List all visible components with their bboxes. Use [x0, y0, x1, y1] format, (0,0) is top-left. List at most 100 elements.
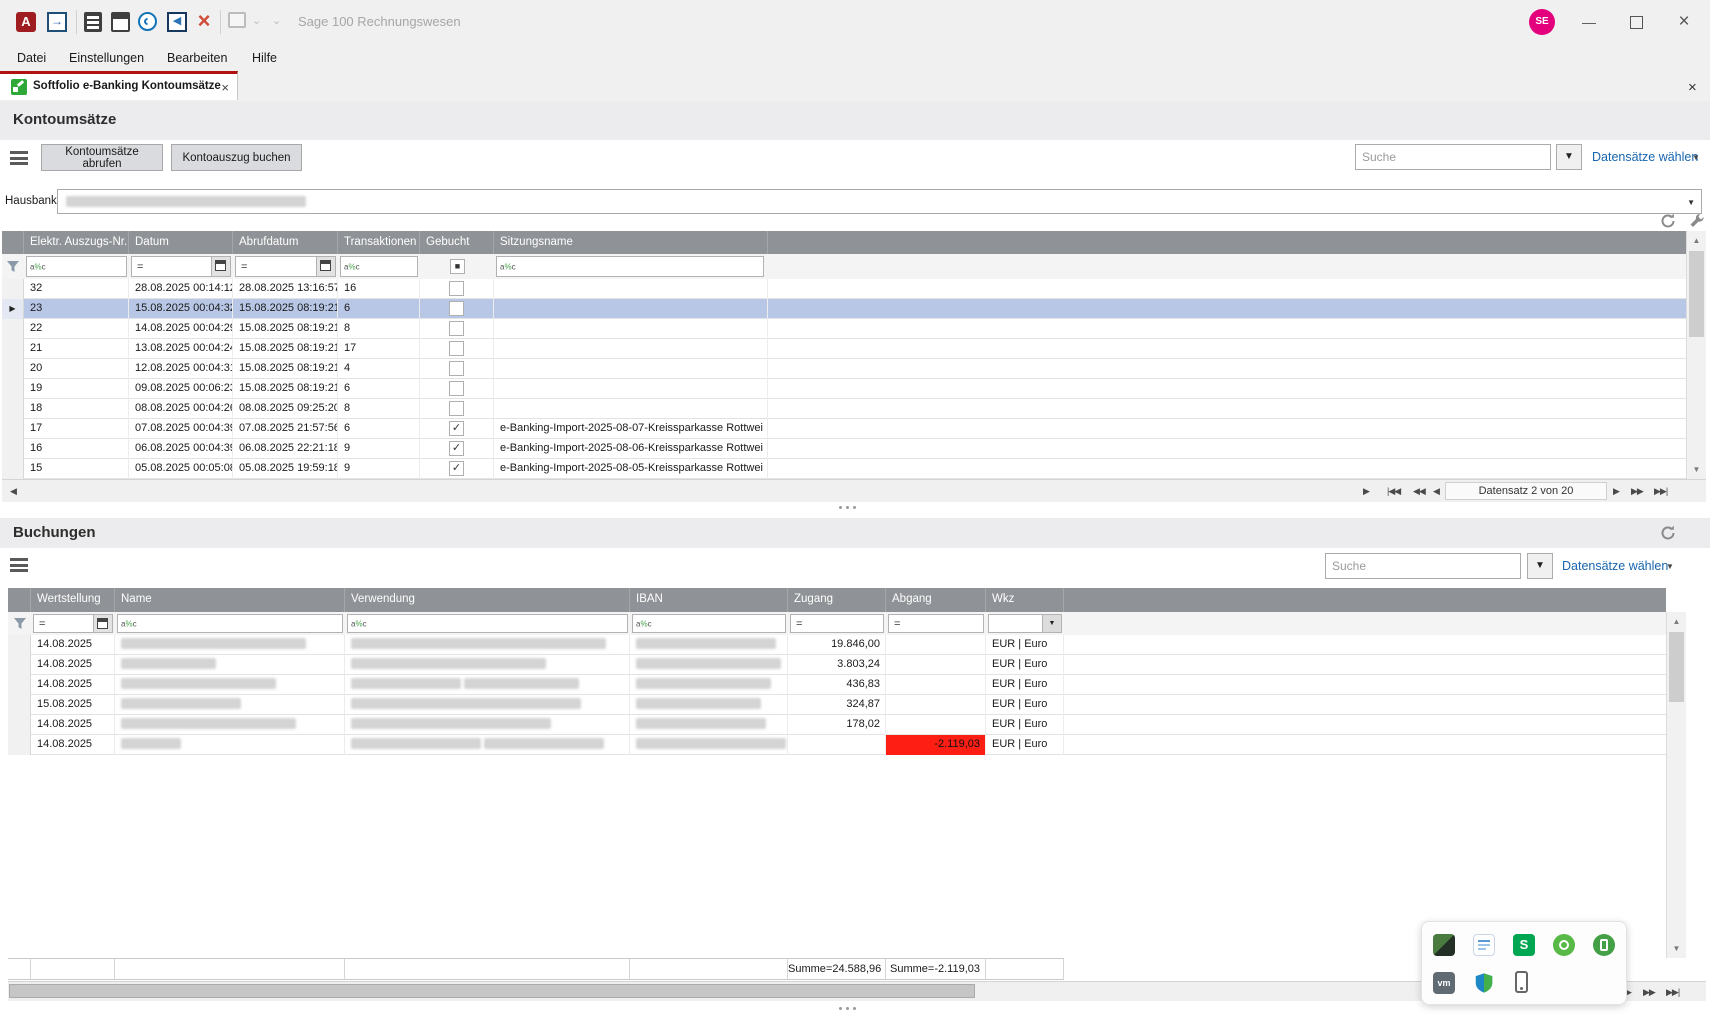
gebucht-checkbox[interactable]	[449, 321, 464, 336]
nav-last-button[interactable]: ▶▶|	[1666, 987, 1679, 998]
filter-verwendung-input[interactable]: a%c	[347, 614, 628, 633]
combobox-dropdown-icon[interactable]: ▼	[1687, 198, 1695, 207]
back-icon[interactable]: ◀	[167, 12, 187, 32]
column-header-abrufdatum[interactable]: Abrufdatum	[233, 231, 338, 254]
scroll-right-icon[interactable]: ▶	[1363, 486, 1369, 497]
gebucht-checkbox[interactable]	[449, 401, 464, 416]
date-picker-button[interactable]	[93, 615, 112, 632]
kontoumsaetze-abrufen-button[interactable]: Kontoumsätze abrufen	[41, 144, 163, 171]
table-row[interactable]: 20 12.08.2025 00:04:31 15.08.2025 08:19:…	[2, 359, 1686, 379]
filter-gebucht-checkbox[interactable]: ■	[450, 258, 465, 276]
gebucht-checkbox[interactable]: ✓	[449, 461, 464, 476]
column-header-nr[interactable]: Elektr. Auszugs-Nr.	[24, 231, 129, 254]
filter-transaktionen-input[interactable]: a%c	[340, 256, 418, 277]
menu-einstellungen[interactable]: Einstellungen	[63, 49, 150, 67]
table-row[interactable]: 19 09.08.2025 00:06:23 15.08.2025 08:19:…	[2, 379, 1686, 399]
table-row[interactable]: 22 14.08.2025 00:04:29 15.08.2025 08:19:…	[2, 319, 1686, 339]
document-tray-icon[interactable]	[1473, 934, 1495, 956]
chevron-down-icon[interactable]: ▼	[1692, 153, 1700, 162]
vertical-scrollbar[interactable]: ▲ ▼	[1686, 231, 1706, 479]
nav-prev-button[interactable]: ◀	[1433, 486, 1439, 497]
tab-softfolio-ebanking[interactable]: Softfolio e-Banking Kontoumsätze ×	[0, 71, 238, 100]
filter-wertstellung-input[interactable]: =	[33, 614, 113, 633]
scroll-left-icon[interactable]: ◀	[10, 486, 16, 497]
datensaetze-waehlen-link[interactable]: Datensätze wählen	[1562, 559, 1668, 573]
search-input[interactable]	[1355, 144, 1551, 170]
filter-dropdown-button[interactable]: ▼	[1556, 144, 1582, 170]
table-row[interactable]: 14.08.2025 19.846,00 EUR | Euro	[8, 635, 1666, 655]
column-header-transaktionen[interactable]: Transaktionen	[338, 231, 420, 254]
table-row[interactable]: 16 06.08.2025 00:04:39 06.08.2025 22:21:…	[2, 439, 1686, 459]
close-window-button[interactable]: ×	[1661, 0, 1707, 44]
minimize-button[interactable]: —	[1566, 0, 1612, 44]
column-header-datum[interactable]: Datum	[129, 231, 233, 254]
phone-icon[interactable]	[138, 12, 157, 31]
calculator-icon[interactable]	[84, 12, 102, 32]
vmware-tray-icon[interactable]: vm	[1433, 972, 1455, 994]
table-row[interactable]: 18 08.08.2025 00:04:26 08.08.2025 09:25:…	[2, 399, 1686, 419]
tab-close-icon[interactable]: ×	[221, 80, 229, 95]
menu-hilfe[interactable]: Hilfe	[246, 49, 283, 67]
nav-next-button[interactable]: ▶	[1613, 486, 1619, 497]
gebucht-checkbox[interactable]	[449, 381, 464, 396]
gebucht-checkbox[interactable]	[449, 301, 464, 316]
scroll-down-icon[interactable]: ▼	[1667, 944, 1686, 953]
avatar[interactable]: SE	[1529, 9, 1555, 35]
filter-wkz-dropdown[interactable]: ▼	[988, 614, 1062, 633]
scroll-up-icon[interactable]: ▲	[1667, 617, 1686, 626]
table-row[interactable]: 15 05.08.2025 00:05:08 05.08.2025 19:59:…	[2, 459, 1686, 479]
scroll-down-icon[interactable]: ▼	[1687, 465, 1706, 474]
grid-menu-icon[interactable]	[10, 151, 28, 165]
filter-abrufdatum-input[interactable]: =	[235, 256, 336, 277]
filter-dropdown-button[interactable]: ▼	[1527, 553, 1553, 579]
green-app-tray-icon-2[interactable]	[1593, 934, 1615, 956]
chevron-down-icon[interactable]: ▼	[1666, 562, 1674, 571]
menu-datei[interactable]: Datei	[11, 49, 52, 67]
wrench-icon[interactable]	[1689, 213, 1705, 229]
column-header-wertstellung[interactable]: Wertstellung	[31, 588, 115, 612]
menu-bearbeiten[interactable]: Bearbeiten	[161, 49, 233, 67]
column-header-wkz[interactable]: Wkz	[986, 588, 1064, 612]
scrollbar-thumb[interactable]	[9, 984, 975, 998]
filter-abgang-input[interactable]: =	[888, 614, 984, 633]
column-header-abgang[interactable]: Abgang	[886, 588, 986, 612]
access-app-icon[interactable]: A	[16, 12, 36, 32]
date-picker-button[interactable]	[316, 257, 335, 276]
column-header-verwendung[interactable]: Verwendung	[345, 588, 630, 612]
sage-tray-icon[interactable]: S	[1513, 934, 1535, 956]
refresh-icon[interactable]	[1660, 213, 1676, 229]
mobile-device-tray-icon[interactable]	[1515, 971, 1528, 993]
table-row-selected[interactable]: ▶ 23 15.08.2025 00:04:32 15.08.2025 08:1…	[2, 299, 1686, 319]
close-all-tabs-icon[interactable]: ×	[1688, 79, 1697, 96]
splitter-handle[interactable]	[839, 1007, 856, 1010]
datensaetze-waehlen-link[interactable]: Datensätze wählen	[1592, 150, 1698, 164]
calendar-icon[interactable]	[111, 12, 130, 32]
nav-prev-page-button[interactable]: ◀◀	[1413, 486, 1425, 497]
scrollbar-thumb[interactable]	[1669, 632, 1684, 702]
maximize-button[interactable]	[1613, 0, 1659, 44]
dropdown-icon[interactable]: ▼	[1042, 615, 1061, 632]
grid-menu-icon[interactable]	[10, 558, 28, 572]
gebucht-checkbox[interactable]	[449, 281, 464, 296]
green-app-tray-icon[interactable]	[1553, 934, 1575, 956]
table-row[interactable]: 14.08.2025 178,02 EUR | Euro	[8, 715, 1666, 735]
export-icon[interactable]: →	[47, 12, 67, 32]
delete-icon[interactable]: ×	[194, 12, 214, 32]
filter-datum-input[interactable]: =	[131, 256, 231, 277]
hausbank-combobox[interactable]: ▼	[57, 189, 1702, 214]
column-header-sitzungsname[interactable]: Sitzungsname	[494, 231, 768, 254]
filter-nr-input[interactable]: a%c	[26, 256, 127, 277]
image-viewer-tray-icon[interactable]	[1433, 934, 1455, 956]
table-row[interactable]: 32 28.08.2025 00:14:12 28.08.2025 13:16:…	[2, 279, 1686, 299]
table-row[interactable]: 17 07.08.2025 00:04:39 07.08.2025 21:57:…	[2, 419, 1686, 439]
date-picker-button[interactable]	[211, 257, 230, 276]
gebucht-checkbox[interactable]: ✓	[449, 421, 464, 436]
search-input[interactable]	[1325, 553, 1521, 579]
gebucht-checkbox[interactable]: ✓	[449, 441, 464, 456]
nav-next-page-button[interactable]: ▶▶	[1643, 987, 1655, 998]
table-row[interactable]: 14.08.2025 436,83 EUR | Euro	[8, 675, 1666, 695]
splitter-handle[interactable]	[839, 506, 856, 509]
column-header-name[interactable]: Name	[115, 588, 345, 612]
refresh-icon[interactable]	[1660, 525, 1676, 541]
filter-iban-input[interactable]: a%c	[632, 614, 786, 633]
